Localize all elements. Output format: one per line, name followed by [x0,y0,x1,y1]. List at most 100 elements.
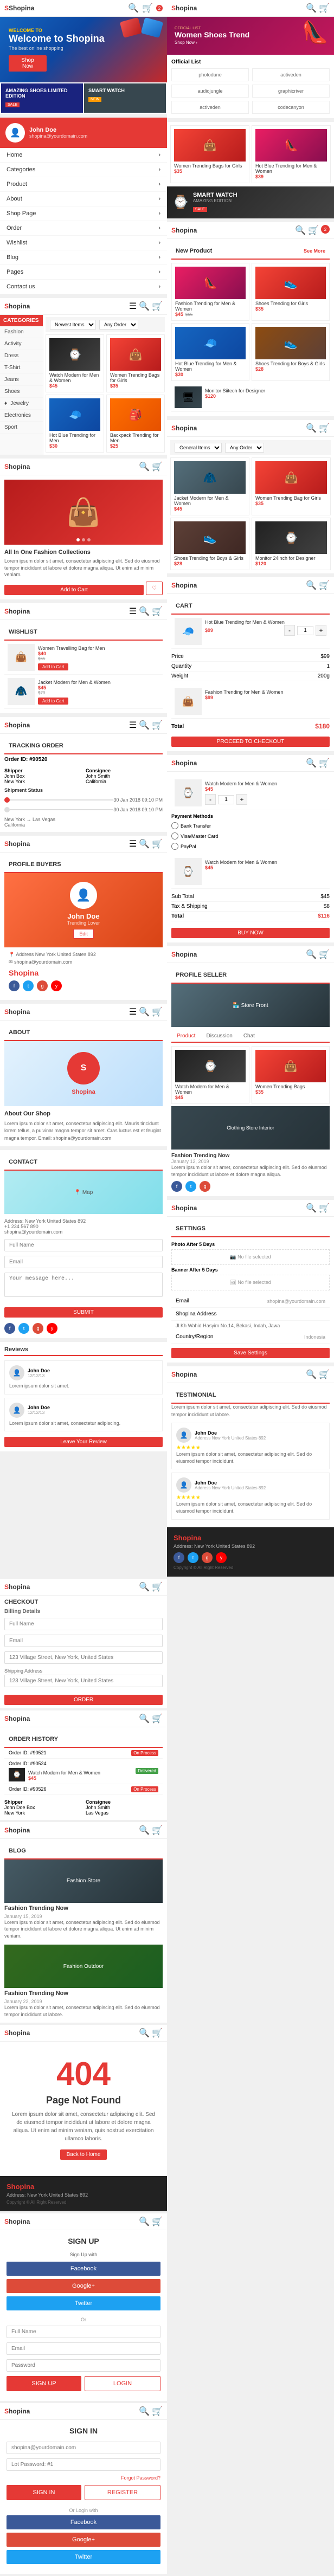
google-link[interactable]: g [37,980,48,991]
blog-cart-icon[interactable]: 🛒 [152,1825,163,1836]
seller-tw[interactable]: t [185,1181,196,1192]
cat-fashion[interactable]: Fashion [0,326,43,338]
cart-icon-6[interactable]: 🛒 [152,720,163,731]
nav-product[interactable]: Product› [0,177,167,192]
order-row-1[interactable]: Order ID: #90521 On Process [4,1748,163,1759]
seller-gp[interactable]: g [200,1181,210,1192]
plugin-activeden[interactable]: activeden [252,68,330,81]
cart-icon-r6[interactable]: 🛒 [319,758,330,769]
signin-submit-button[interactable]: SIGN IN [7,2485,81,2500]
show-select[interactable]: Any Order [99,320,138,330]
order-button[interactable]: ORDER [4,1695,163,1705]
menu-icon-8[interactable]: ☰ [129,1006,137,1017]
search-icon-r4[interactable]: 🔍 [306,423,317,434]
blog-search-icon[interactable]: 🔍 [139,1825,150,1836]
nav-blog[interactable]: Blog› [0,250,167,265]
youtube-link[interactable]: y [51,980,62,991]
twitter-link[interactable]: t [23,980,34,991]
nav-contact[interactable]: Contact us› [0,280,167,294]
search-icon-3[interactable]: 🔍 [139,301,150,312]
footer-tw[interactable]: t [188,1552,198,1563]
seller-fb[interactable]: f [171,1181,182,1192]
cat-tshirt[interactable]: T-Shirt [0,362,43,374]
women-prod-1[interactable]: 👜 Women Trending Bags for Girls $35 [170,125,249,183]
search-icon-r6[interactable]: 🔍 [306,758,317,769]
search-icon-8[interactable]: 🔍 [139,1006,150,1017]
cart-icon-7[interactable]: 🛒 [152,838,163,849]
cart-icon-r8[interactable]: 🛒 [319,1203,330,1213]
wishlist-item-2[interactable]: 🧥 Jacket Modern for Men & Women $45 $70 … [4,675,163,709]
cart-icon-r9[interactable]: 🛒 [319,1369,330,1380]
menu-icon-6[interactable]: ☰ [129,720,137,731]
contact-fb[interactable]: f [4,1323,15,1334]
nav-pages[interactable]: Pages› [0,265,167,280]
qty-plus-1[interactable]: + [316,625,326,636]
search-icon-r5[interactable]: 🔍 [306,580,317,591]
checkout-cart-icon[interactable]: 🛒 [152,1581,163,1592]
signup-name-input[interactable] [7,2326,160,2338]
signin-facebook-button[interactable]: Facebook [7,2515,160,2529]
back-home-button[interactable]: Back to Home [60,2149,107,2160]
404-cart-icon[interactable]: 🛒 [152,2028,163,2038]
signup-password-input[interactable] [7,2359,160,2372]
nav-home[interactable]: Home› [0,148,167,163]
new-prod-3[interactable]: 🧢 Hot Blue Trending for Men & Women $30 [171,323,249,381]
plugin-codecanyon[interactable]: codecanyon [252,101,330,114]
cart-icon-r3[interactable]: 🛒 [308,225,319,236]
404-search-icon[interactable]: 🔍 [139,2028,150,2038]
product-bag-women[interactable]: 👜 Women Trending Bags for Girls $35 [106,334,165,392]
cat-electronics[interactable]: Electronics [0,410,43,422]
cart-icon-r1[interactable]: 🛒 [319,3,330,14]
cat-sport[interactable]: Sport [0,422,43,434]
shipping-address-input[interactable] [4,1675,163,1687]
tab-product[interactable]: Product [171,1030,201,1043]
order-row-2[interactable]: Order ID: #90524 ⌚ Watch Modern for Men … [4,1759,163,1784]
product-cap[interactable]: 🧢 Hot Blue Trending for Men $30 [46,395,104,453]
billing-address-input[interactable] [4,1651,163,1664]
search-icon-7[interactable]: 🔍 [139,838,150,849]
cart-icon-r5[interactable]: 🛒 [319,580,330,591]
r4-prod-2[interactable]: 👜 Women Trending Bag for Girls $35 [252,457,331,515]
search-icon-4[interactable]: 🔍 [139,461,150,472]
plugin-audiojungle[interactable]: audiojungle [171,85,249,98]
nav-wishlist[interactable]: Wishlist› [0,236,167,250]
signup-cart-icon[interactable]: 🛒 [152,2216,163,2227]
product-backpack[interactable]: 🎒 Backpack Trending for Men $25 [106,395,165,453]
search-icon-5[interactable]: 🔍 [139,606,150,617]
seller-prod-1[interactable]: ⌚ Watch Modern for Men & Women $45 [171,1046,249,1104]
menu-icon-5[interactable]: ☰ [129,606,137,617]
seller-prod-2[interactable]: 👜 Women Trending Bags $35 [252,1046,330,1104]
search-icon-r1[interactable]: 🔍 [306,3,317,14]
signin-twitter-button[interactable]: Twitter [7,2550,160,2564]
dot-3[interactable] [87,538,91,541]
footer-yt[interactable]: y [216,1552,227,1563]
signup-search-icon[interactable]: 🔍 [139,2216,150,2227]
plugin-activeden2[interactable]: activeden [171,101,249,114]
edit-profile-button[interactable]: Edit [73,929,94,939]
new-prod-1[interactable]: 👠 Fashion Trending for Men & Women $45 $… [171,263,249,321]
cat-shoes[interactable]: Shoes [0,386,43,398]
product-qty-input[interactable] [218,795,234,804]
menu-icon-3[interactable]: ☰ [129,301,137,312]
dot-1[interactable] [76,538,80,541]
signup-twitter-button[interactable]: Twitter [7,2296,160,2310]
visa-radio[interactable] [171,832,178,840]
cart-icon-3[interactable]: 🛒 [152,301,163,312]
add-to-cart-button[interactable]: Add to Cart [4,585,144,595]
menu-icon-7[interactable]: ☰ [129,838,137,849]
search-icon-r9[interactable]: 🔍 [306,1369,317,1380]
settings-save-button[interactable]: Save Settings [171,1348,330,1358]
cart-icon[interactable]: 🛒 [142,3,153,14]
nav-shop[interactable]: Shop Page› [0,206,167,221]
add-cart-btn-2[interactable]: Add to Cart [38,698,68,705]
cart-item-1[interactable]: 🧢 Hot Blue Trending for Men & Women $99 … [171,615,330,649]
r4-prod-4[interactable]: ⌚ Monitor 24inch for Designer $120 [252,518,331,570]
search-icon-6[interactable]: 🔍 [139,720,150,731]
facebook-link[interactable]: f [9,980,20,991]
contact-yt[interactable]: y [47,1323,57,1334]
footer-gp[interactable]: g [202,1552,213,1563]
cart-icon-r7[interactable]: 🛒 [319,949,330,960]
new-prod-2[interactable]: 👟 Shoes Trending for Girls $35 [252,263,330,321]
search-icon[interactable]: 🔍 [128,3,139,14]
plugin-graphicriver[interactable]: graphicriver [252,85,330,98]
